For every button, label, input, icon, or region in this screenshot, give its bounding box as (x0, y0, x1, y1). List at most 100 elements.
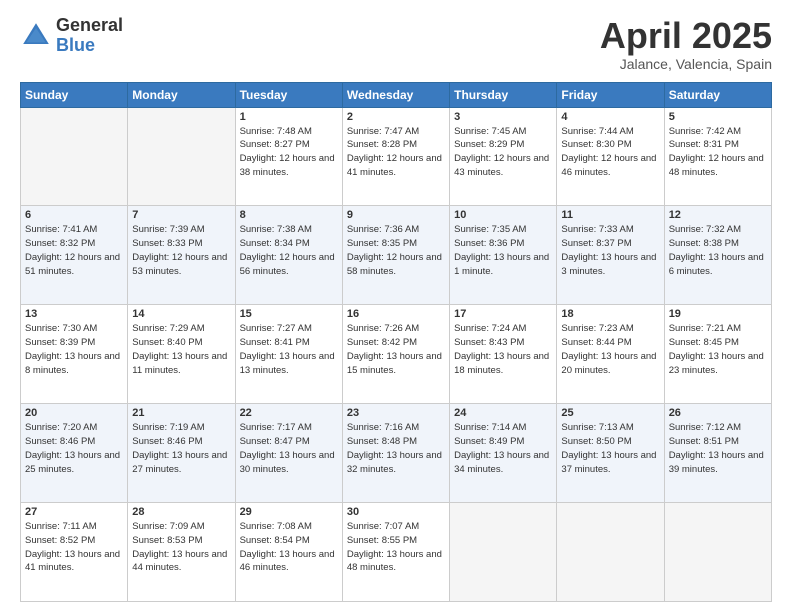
title-block: April 2025 Jalance, Valencia, Spain (600, 16, 772, 72)
day-number: 2 (347, 111, 445, 123)
calendar-cell: 6 Sunrise: 7:41 AM Sunset: 8:32 PM Daylig… (21, 206, 128, 305)
calendar-week-row: 20Sunrise: 7:20 AM Sunset: 8:46 PM Dayli… (21, 404, 772, 503)
day-info: Sunrise: 7:42 AM Sunset: 8:31 PM Dayligh… (669, 125, 767, 180)
day-number: 25 (561, 407, 659, 419)
day-info: Sunrise: 7:45 AM Sunset: 8:29 PM Dayligh… (454, 125, 552, 180)
calendar-cell: 7 Sunrise: 7:39 AM Sunset: 8:33 PM Daylig… (128, 206, 235, 305)
day-number: 13 (25, 308, 123, 320)
calendar-cell: 3 Sunrise: 7:45 AM Sunset: 8:29 PM Daylig… (450, 107, 557, 206)
calendar-cell: 24 Sunrise: 7:14 AM Sunset: 8:49 PM Dayli… (450, 404, 557, 503)
day-info: Sunrise: 7:32 AM Sunset: 8:38 PM Dayligh… (669, 223, 767, 278)
calendar-cell: 15 Sunrise: 7:27 AM Sunset: 8:41 PM Dayli… (235, 305, 342, 404)
day-info: Sunrise: 7:11 AM Sunset: 8:52 PM Dayligh… (25, 520, 123, 575)
calendar-cell (557, 503, 664, 602)
logo: General Blue (20, 16, 123, 56)
day-info: Sunrise: 7:17 AM Sunset: 8:47 PM Dayligh… (240, 421, 338, 476)
day-number: 19 (669, 308, 767, 320)
day-info: Sunrise: 7:35 AM Sunset: 8:36 PM Dayligh… (454, 223, 552, 278)
day-number: 21 (132, 407, 230, 419)
logo-general-text: General (56, 16, 123, 36)
calendar-cell: 11 Sunrise: 7:33 AM Sunset: 8:37 PM Dayli… (557, 206, 664, 305)
day-info: Sunrise: 7:41 AM Sunset: 8:32 PM Dayligh… (25, 223, 123, 278)
day-info: Sunrise: 7:36 AM Sunset: 8:35 PM Dayligh… (347, 223, 445, 278)
day-number: 6 (25, 209, 123, 221)
weekday-header-monday: Monday (128, 82, 235, 107)
calendar-cell (664, 503, 771, 602)
day-number: 17 (454, 308, 552, 320)
weekday-header-sunday: Sunday (21, 82, 128, 107)
calendar-cell: 19 Sunrise: 7:21 AM Sunset: 8:45 PM Dayli… (664, 305, 771, 404)
calendar-cell: 30Sunrise: 7:07 AM Sunset: 8:55 PM Dayli… (342, 503, 449, 602)
day-number: 8 (240, 209, 338, 221)
day-number: 5 (669, 111, 767, 123)
title-month: April 2025 (600, 16, 772, 56)
weekday-header-wednesday: Wednesday (342, 82, 449, 107)
day-info: Sunrise: 7:13 AM Sunset: 8:50 PM Dayligh… (561, 421, 659, 476)
calendar-cell: 5 Sunrise: 7:42 AM Sunset: 8:31 PM Daylig… (664, 107, 771, 206)
day-number: 26 (669, 407, 767, 419)
day-number: 3 (454, 111, 552, 123)
title-location: Jalance, Valencia, Spain (600, 56, 772, 72)
day-number: 7 (132, 209, 230, 221)
day-info: Sunrise: 7:12 AM Sunset: 8:51 PM Dayligh… (669, 421, 767, 476)
calendar-table: SundayMondayTuesdayWednesdayThursdayFrid… (20, 82, 772, 602)
day-info: Sunrise: 7:33 AM Sunset: 8:37 PM Dayligh… (561, 223, 659, 278)
calendar-cell: 23Sunrise: 7:16 AM Sunset: 8:48 PM Dayli… (342, 404, 449, 503)
calendar-cell: 13 Sunrise: 7:30 AM Sunset: 8:39 PM Dayli… (21, 305, 128, 404)
calendar-cell: 9Sunrise: 7:36 AM Sunset: 8:35 PM Daylig… (342, 206, 449, 305)
day-number: 15 (240, 308, 338, 320)
calendar-cell: 22Sunrise: 7:17 AM Sunset: 8:47 PM Dayli… (235, 404, 342, 503)
calendar-week-row: 27 Sunrise: 7:11 AM Sunset: 8:52 PM Dayli… (21, 503, 772, 602)
calendar-week-row: 1Sunrise: 7:48 AM Sunset: 8:27 PM Daylig… (21, 107, 772, 206)
weekday-header-friday: Friday (557, 82, 664, 107)
weekday-header-thursday: Thursday (450, 82, 557, 107)
calendar-cell: 2 Sunrise: 7:47 AM Sunset: 8:28 PM Daylig… (342, 107, 449, 206)
header: General Blue April 2025 Jalance, Valenci… (20, 16, 772, 72)
day-info: Sunrise: 7:19 AM Sunset: 8:46 PM Dayligh… (132, 421, 230, 476)
calendar-cell: 4 Sunrise: 7:44 AM Sunset: 8:30 PM Daylig… (557, 107, 664, 206)
calendar-cell: 18Sunrise: 7:23 AM Sunset: 8:44 PM Dayli… (557, 305, 664, 404)
calendar-header-row: SundayMondayTuesdayWednesdayThursdayFrid… (21, 82, 772, 107)
logo-icon (20, 20, 52, 52)
calendar-cell: 25 Sunrise: 7:13 AM Sunset: 8:50 PM Dayli… (557, 404, 664, 503)
day-number: 4 (561, 111, 659, 123)
day-info: Sunrise: 7:23 AM Sunset: 8:44 PM Dayligh… (561, 322, 659, 377)
calendar-cell: 8 Sunrise: 7:38 AM Sunset: 8:34 PM Daylig… (235, 206, 342, 305)
day-info: Sunrise: 7:07 AM Sunset: 8:55 PM Dayligh… (347, 520, 445, 575)
day-number: 23 (347, 407, 445, 419)
day-info: Sunrise: 7:47 AM Sunset: 8:28 PM Dayligh… (347, 125, 445, 180)
calendar-cell: 28 Sunrise: 7:09 AM Sunset: 8:53 PM Dayli… (128, 503, 235, 602)
calendar-cell: 21 Sunrise: 7:19 AM Sunset: 8:46 PM Dayli… (128, 404, 235, 503)
day-number: 29 (240, 506, 338, 518)
day-info: Sunrise: 7:30 AM Sunset: 8:39 PM Dayligh… (25, 322, 123, 377)
calendar-cell: 14Sunrise: 7:29 AM Sunset: 8:40 PM Dayli… (128, 305, 235, 404)
day-info: Sunrise: 7:38 AM Sunset: 8:34 PM Dayligh… (240, 223, 338, 278)
day-info: Sunrise: 7:20 AM Sunset: 8:46 PM Dayligh… (25, 421, 123, 476)
calendar-week-row: 6 Sunrise: 7:41 AM Sunset: 8:32 PM Daylig… (21, 206, 772, 305)
day-number: 24 (454, 407, 552, 419)
day-number: 1 (240, 111, 338, 123)
day-number: 27 (25, 506, 123, 518)
calendar-cell (128, 107, 235, 206)
day-info: Sunrise: 7:24 AM Sunset: 8:43 PM Dayligh… (454, 322, 552, 377)
weekday-header-saturday: Saturday (664, 82, 771, 107)
day-info: Sunrise: 7:26 AM Sunset: 8:42 PM Dayligh… (347, 322, 445, 377)
logo-text: General Blue (56, 16, 123, 56)
calendar-cell: 20Sunrise: 7:20 AM Sunset: 8:46 PM Dayli… (21, 404, 128, 503)
day-info: Sunrise: 7:08 AM Sunset: 8:54 PM Dayligh… (240, 520, 338, 575)
day-info: Sunrise: 7:14 AM Sunset: 8:49 PM Dayligh… (454, 421, 552, 476)
logo-blue-text: Blue (56, 36, 123, 56)
day-number: 11 (561, 209, 659, 221)
calendar-cell: 17 Sunrise: 7:24 AM Sunset: 8:43 PM Dayli… (450, 305, 557, 404)
day-number: 28 (132, 506, 230, 518)
day-info: Sunrise: 7:27 AM Sunset: 8:41 PM Dayligh… (240, 322, 338, 377)
day-info: Sunrise: 7:39 AM Sunset: 8:33 PM Dayligh… (132, 223, 230, 278)
calendar-cell: 26 Sunrise: 7:12 AM Sunset: 8:51 PM Dayli… (664, 404, 771, 503)
calendar-cell: 29 Sunrise: 7:08 AM Sunset: 8:54 PM Dayli… (235, 503, 342, 602)
day-info: Sunrise: 7:29 AM Sunset: 8:40 PM Dayligh… (132, 322, 230, 377)
day-info: Sunrise: 7:21 AM Sunset: 8:45 PM Dayligh… (669, 322, 767, 377)
day-info: Sunrise: 7:44 AM Sunset: 8:30 PM Dayligh… (561, 125, 659, 180)
calendar-cell: 10Sunrise: 7:35 AM Sunset: 8:36 PM Dayli… (450, 206, 557, 305)
day-info: Sunrise: 7:09 AM Sunset: 8:53 PM Dayligh… (132, 520, 230, 575)
calendar-cell (450, 503, 557, 602)
